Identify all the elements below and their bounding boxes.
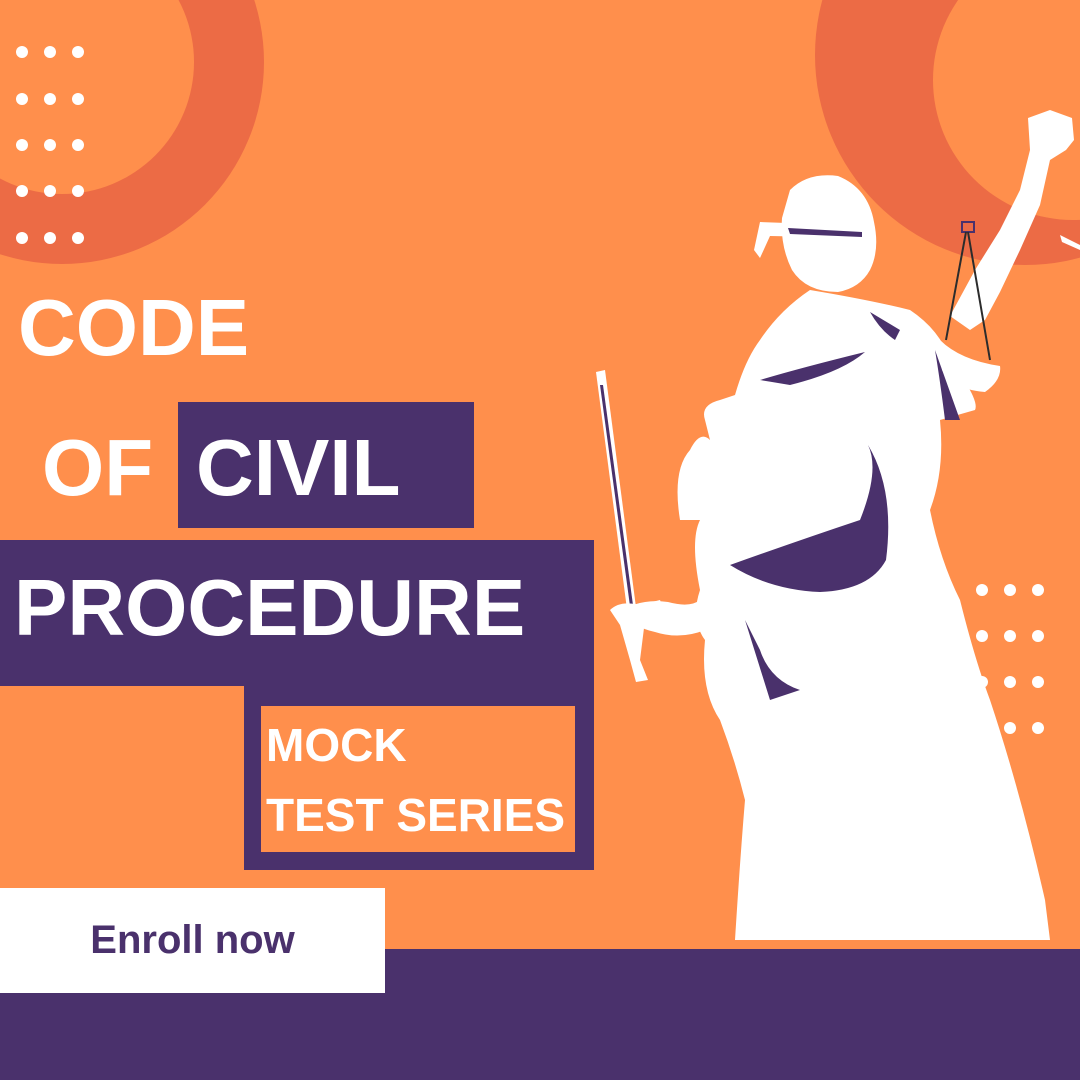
title-line-code: CODE xyxy=(18,283,250,372)
dot-grid-top-left xyxy=(0,0,100,250)
enroll-now-button[interactable]: Enroll now xyxy=(0,888,385,993)
poster: CODE OF CIVIL PROCEDURE MOCK TEST SERIES… xyxy=(0,0,1080,1080)
lady-justice-icon xyxy=(596,110,1080,940)
title-word-of: OF xyxy=(42,423,154,512)
enroll-now-label: Enroll now xyxy=(90,918,295,962)
title-line-procedure: PROCEDURE xyxy=(14,563,526,652)
subtitle-line-mock: MOCK xyxy=(266,719,407,771)
subtitle-line-test-series: TEST SERIES xyxy=(266,789,566,841)
title-word-civil: CIVIL xyxy=(196,423,401,512)
